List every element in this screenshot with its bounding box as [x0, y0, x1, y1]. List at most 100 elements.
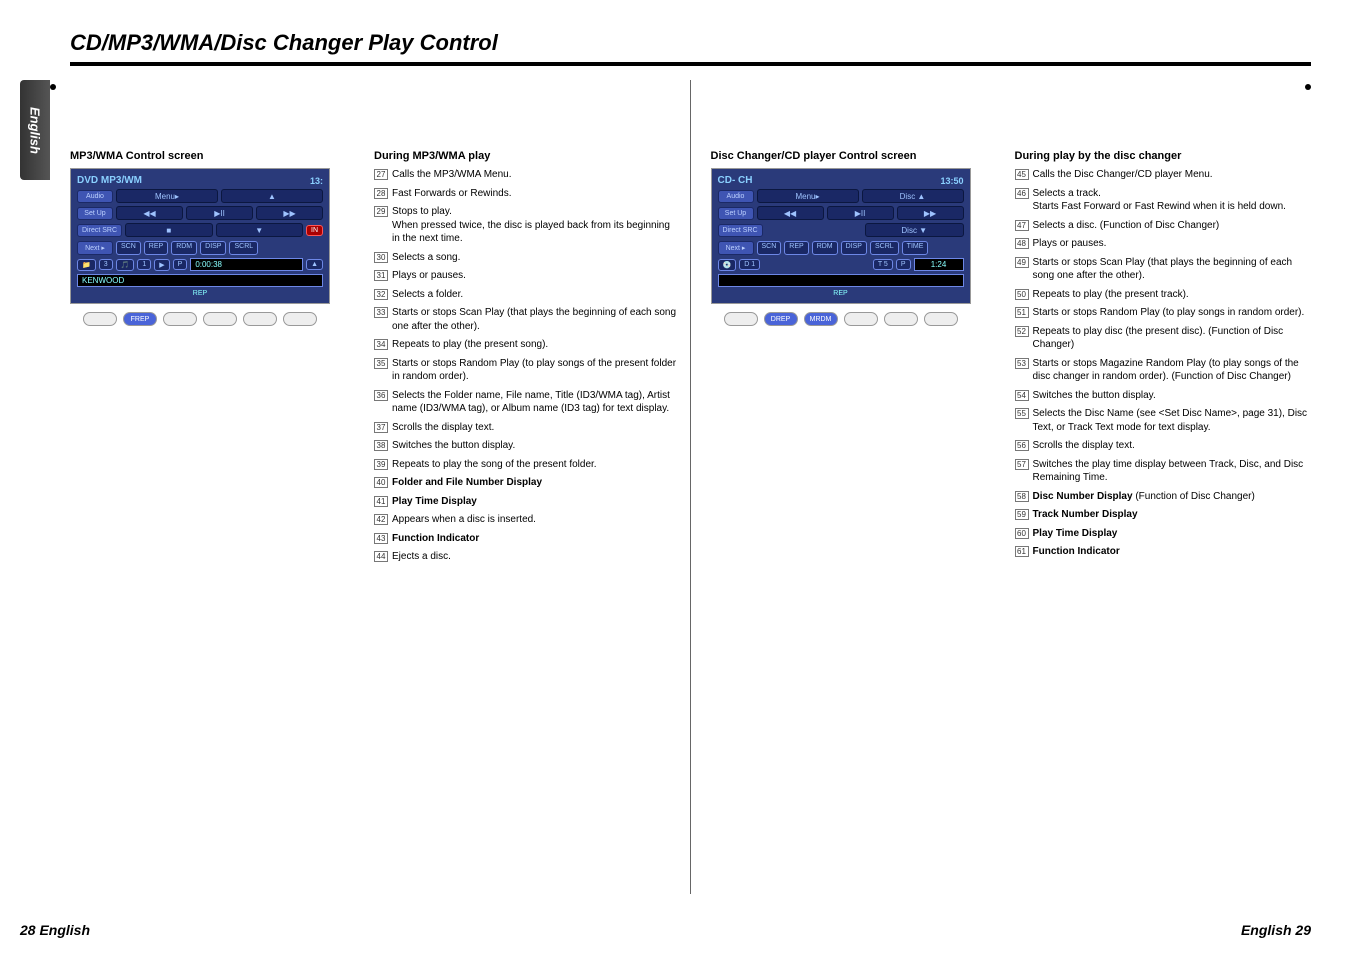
strip-btn-6[interactable]	[283, 312, 317, 326]
list-item: 49Starts or stops Scan Play (that plays …	[1015, 256, 1312, 283]
list-item: 60Play Time Display	[1015, 527, 1312, 541]
stop-button[interactable]: ■	[125, 223, 213, 237]
audio-button[interactable]: Audio	[77, 190, 113, 203]
item-text: Starts or stops Random Play (to play son…	[392, 357, 680, 384]
item-text: Switches the play time display between T…	[1033, 458, 1312, 485]
rep-button[interactable]: REP	[144, 241, 168, 255]
folder-down-button[interactable]: ▼	[216, 223, 304, 237]
mrdm-button[interactable]: MRDM	[804, 312, 838, 326]
rewind-button[interactable]: ◀◀	[116, 206, 183, 220]
strip-btn-1[interactable]	[83, 312, 117, 326]
item-number: 43	[374, 533, 388, 544]
footer-left: 28 English	[20, 922, 90, 938]
play-pause-button[interactable]: ▶II	[186, 206, 253, 220]
cd-strip-btn-4[interactable]	[844, 312, 878, 326]
item-number: 31	[374, 270, 388, 281]
list-item: 44Ejects a disc.	[374, 550, 680, 564]
menu-button[interactable]: Menu▸	[116, 189, 218, 203]
drep-button[interactable]: DREP	[764, 312, 798, 326]
scrl-button[interactable]: SCRL	[229, 241, 258, 255]
direct-src-button[interactable]: Direct SRC	[77, 224, 122, 237]
item-number: 49	[1015, 257, 1029, 268]
list-item: 57 Switches the play time display between…	[1015, 458, 1312, 485]
strip-btn-3[interactable]	[163, 312, 197, 326]
item-number: 45	[1015, 169, 1029, 180]
strip-btn-4[interactable]	[203, 312, 237, 326]
cd-direct-src-button[interactable]: Direct SRC	[718, 224, 763, 237]
cd-scn-button[interactable]: SCN	[757, 241, 782, 255]
cd-setup-button[interactable]: Set Up	[718, 207, 754, 220]
item-text: Appears when a disc is inserted.	[392, 513, 680, 527]
eject-button[interactable]: ▲	[306, 259, 323, 270]
item-text: Function Indicator	[1033, 545, 1312, 559]
cd-section-title: During play by the disc changer	[1015, 150, 1312, 162]
cd-strip-btn-1[interactable]	[724, 312, 758, 326]
track-number-display: T 5	[873, 259, 893, 270]
item-text: Switches the button display.	[392, 439, 680, 453]
list-item: 53Starts or stops Magazine Random Play (…	[1015, 357, 1312, 384]
item-number: 57	[1015, 459, 1029, 470]
item-text: Starts or stops Scan Play (that plays th…	[392, 306, 680, 333]
item-text: Calls the MP3/WMA Menu.	[392, 168, 680, 182]
cd-scrl-button[interactable]: SCRL	[870, 241, 899, 255]
item-text: Play Time Display	[1033, 527, 1312, 541]
cd-time-button[interactable]: TIME	[902, 241, 929, 255]
strip-btn-5[interactable]	[243, 312, 277, 326]
disp-button[interactable]: DISP	[200, 241, 226, 255]
mp3-text-column: During MP3/WMA play 27Calls the MP3/WMA …	[360, 150, 680, 894]
function-indicator: REP	[77, 290, 323, 297]
item-text: Ejects a disc.	[392, 550, 680, 564]
cd-forward-button[interactable]: ▶▶	[897, 206, 964, 220]
item-text: Track Number Display	[1033, 508, 1312, 522]
frep-button[interactable]: FREP	[123, 312, 157, 326]
item-text: Switches the button display.	[1033, 389, 1312, 403]
cd-play-pause-button[interactable]: ▶II	[827, 206, 894, 220]
item-number: 54	[1015, 390, 1029, 401]
list-item: 31Plays or pauses.	[374, 269, 680, 283]
disc-up-button[interactable]: Disc ▲	[862, 189, 964, 203]
item-text: Repeats to play (the present track).	[1033, 288, 1312, 302]
list-item: 50 Repeats to play (the present track).	[1015, 288, 1312, 302]
item-text: Selects a disc. (Function of Disc Change…	[1033, 219, 1312, 233]
list-item: 58Disc Number Display (Function of Disc …	[1015, 490, 1312, 504]
list-item: 52Repeats to play disc (the present disc…	[1015, 325, 1312, 352]
cd-next-button[interactable]: Next ▸	[718, 241, 754, 255]
list-item: 30Selects a song.	[374, 251, 680, 265]
cd-rewind-button[interactable]: ◀◀	[757, 206, 824, 220]
item-number: 51	[1015, 307, 1029, 318]
disc-down-button[interactable]: Disc ▼	[865, 223, 964, 237]
cd-disp-button[interactable]: DISP	[841, 241, 867, 255]
list-item: 56Scrolls the display text.	[1015, 439, 1312, 453]
setup-button[interactable]: Set Up	[77, 207, 113, 220]
cd-mock-screen: CD- CH 13:50 Audio Menu▸ Disc ▲ Set Up ◀…	[711, 168, 971, 304]
cd-strip-btn-5[interactable]	[884, 312, 918, 326]
item-number: 50	[1015, 289, 1029, 300]
mp3-clock: 13:	[310, 176, 323, 186]
cd-audio-button[interactable]: Audio	[718, 190, 754, 203]
list-item: 38 Switches the button display.	[374, 439, 680, 453]
item-number: 37	[374, 422, 388, 433]
list-item: 34Repeats to play (the present song).	[374, 338, 680, 352]
mp3-section-title: During MP3/WMA play	[374, 150, 680, 162]
cd-rdm-button[interactable]: RDM	[812, 241, 838, 255]
folder-up-button[interactable]: ▲	[221, 189, 323, 203]
item-text: Calls the Disc Changer/CD player Menu.	[1033, 168, 1312, 182]
mp3-bottom-strip: FREP	[70, 312, 330, 326]
item-text: Scrolls the display text.	[392, 421, 680, 435]
rdm-button[interactable]: RDM	[171, 241, 197, 255]
scn-button[interactable]: SCN	[116, 241, 141, 255]
item-number: 32	[374, 289, 388, 300]
cd-strip-btn-6[interactable]	[924, 312, 958, 326]
language-tab: English	[20, 80, 50, 180]
mp3-item-list: 27Calls the MP3/WMA Menu.28Fast Forwards…	[374, 168, 680, 564]
cd-menu-button[interactable]: Menu▸	[757, 189, 859, 203]
forward-button[interactable]: ▶▶	[256, 206, 323, 220]
disc-icon: 💿	[718, 259, 737, 271]
cd-screen-label: Disc Changer/CD player Control screen	[711, 150, 1001, 162]
cd-item-list: 45 Calls the Disc Changer/CD player Menu.…	[1015, 168, 1312, 559]
item-number: 38	[374, 440, 388, 451]
list-item: 27Calls the MP3/WMA Menu.	[374, 168, 680, 182]
next-button[interactable]: Next ▸	[77, 241, 113, 255]
cd-rep-button[interactable]: REP	[784, 241, 808, 255]
item-text: Play Time Display	[392, 495, 680, 509]
